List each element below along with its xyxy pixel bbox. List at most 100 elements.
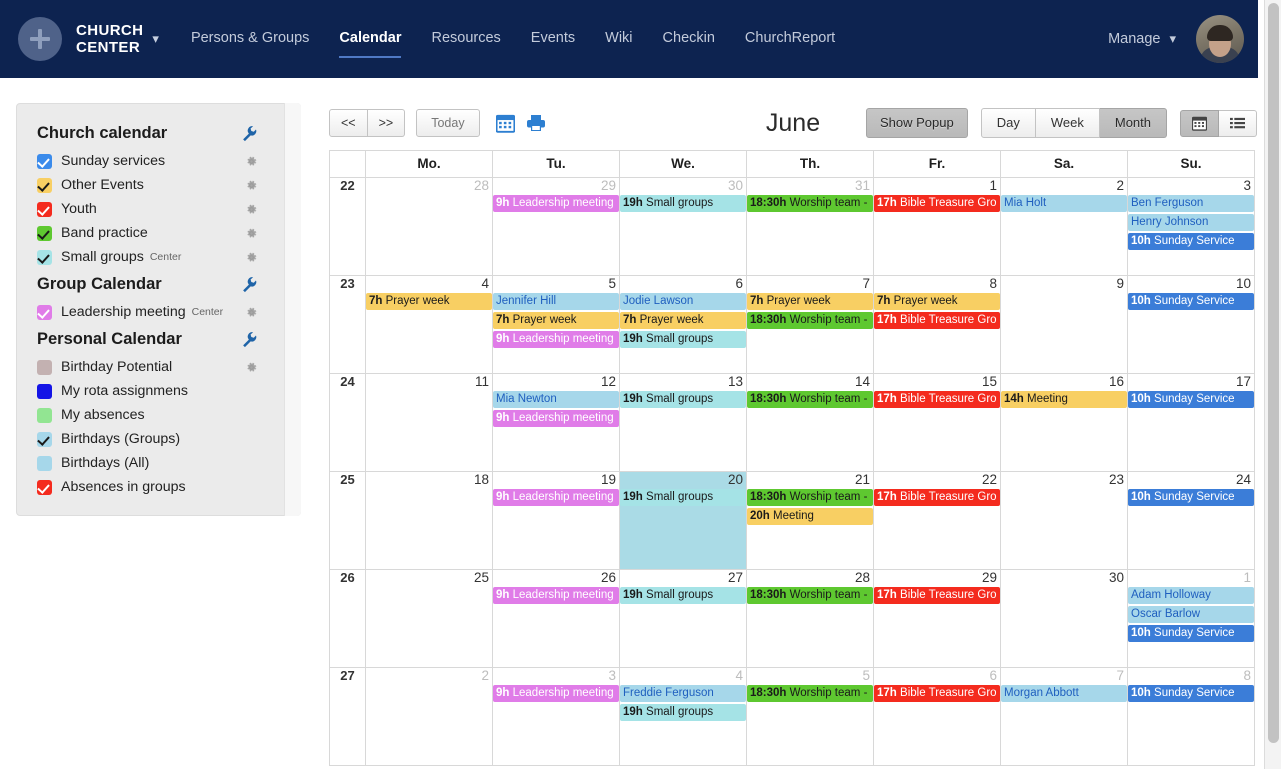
day-cell[interactable]: 4 7h Prayer week <box>365 275 493 374</box>
calendar-event[interactable]: 18:30h Worship team - <box>747 312 873 329</box>
day-cell[interactable]: 7 7h Prayer week 18:30h Worship team - <box>746 275 874 374</box>
calendar-event[interactable]: 9h Leadership meeting <box>493 587 619 604</box>
wrench-icon[interactable] <box>241 125 258 142</box>
calendar-event[interactable]: 19h Small groups <box>620 704 746 721</box>
calendar-event[interactable]: 10h Sunday Service <box>1128 293 1254 310</box>
calendar-filter-item[interactable]: Youth <box>17 197 300 221</box>
calendar-event[interactable]: 7h Prayer week <box>366 293 492 310</box>
day-cell[interactable]: 30 19h Small groups <box>619 177 747 276</box>
checkbox-checked-icon[interactable] <box>37 225 52 241</box>
nav-link-events[interactable]: Events <box>531 30 575 49</box>
avatar[interactable] <box>1196 15 1244 63</box>
calendar-filter-item[interactable]: Small groups Center <box>17 245 300 269</box>
calendar-event[interactable]: Henry Johnson <box>1128 214 1254 231</box>
gear-icon[interactable] <box>245 179 258 192</box>
day-cell[interactable]: 17 10h Sunday Service <box>1127 373 1255 472</box>
nav-link-persons-groups[interactable]: Persons & Groups <box>191 30 309 49</box>
day-cell[interactable]: 29 9h Leadership meeting <box>492 177 620 276</box>
view-week-button[interactable]: Week <box>1035 108 1100 138</box>
day-cell[interactable]: 12 Mia Newton 9h Leadership meeting <box>492 373 620 472</box>
gear-icon[interactable] <box>245 361 258 374</box>
calendar-event[interactable]: 14h Meeting <box>1001 391 1127 408</box>
calendar-filter-item[interactable]: Absences in groups <box>17 475 300 499</box>
calendar-event[interactable]: 9h Leadership meeting <box>493 685 619 702</box>
day-cell[interactable]: 6 17h Bible Treasure Gro <box>873 667 1001 766</box>
calendar-filter-item[interactable]: Band practice <box>17 221 300 245</box>
day-cell[interactable]: 9 <box>1000 275 1128 374</box>
next-month-button[interactable]: >> <box>367 109 406 137</box>
checkbox-checked-icon[interactable] <box>37 431 52 447</box>
calendar-event[interactable]: 19h Small groups <box>620 587 746 604</box>
calendar-event[interactable]: 10h Sunday Service <box>1128 233 1254 250</box>
day-cell[interactable]: 10 10h Sunday Service <box>1127 275 1255 374</box>
calendar-event[interactable]: 10h Sunday Service <box>1128 391 1254 408</box>
day-cell[interactable]: 28 18:30h Worship team - <box>746 569 874 668</box>
day-cell[interactable]: 8 10h Sunday Service <box>1127 667 1255 766</box>
calendar-event[interactable]: 7h Prayer week <box>620 312 746 329</box>
checkbox-checked-icon[interactable] <box>37 249 52 265</box>
calendar-event[interactable]: 7h Prayer week <box>493 312 619 329</box>
show-popup-button[interactable]: Show Popup <box>866 108 968 138</box>
day-cell[interactable]: 2 Mia Holt <box>1000 177 1128 276</box>
day-cell[interactable]: 23 <box>1000 471 1128 570</box>
day-cell[interactable]: 7 Morgan Abbott <box>1000 667 1128 766</box>
scrollbar-thumb[interactable] <box>1268 3 1279 743</box>
calendar-event[interactable]: 19h Small groups <box>620 391 746 408</box>
day-cell[interactable]: 26 9h Leadership meeting <box>492 569 620 668</box>
day-cell[interactable]: 4 Freddie Ferguson 19h Small groups <box>619 667 747 766</box>
day-cell[interactable]: 5 18:30h Worship team - <box>746 667 874 766</box>
calendar-event[interactable]: 17h Bible Treasure Gro <box>874 587 1000 604</box>
checkbox-unchecked-icon[interactable] <box>37 455 52 471</box>
calendar-event[interactable]: 9h Leadership meeting <box>493 410 619 427</box>
nav-link-wiki[interactable]: Wiki <box>605 30 632 49</box>
day-cell[interactable]: 18 <box>365 471 493 570</box>
calendar-filter-item[interactable]: My absences <box>17 403 300 427</box>
calendar-event[interactable]: 19h Small groups <box>620 331 746 348</box>
checkbox-checked-icon[interactable] <box>37 177 52 193</box>
gear-icon[interactable] <box>245 306 258 319</box>
calendar-event[interactable]: 18:30h Worship team - <box>747 685 873 702</box>
day-cell[interactable]: 16 14h Meeting <box>1000 373 1128 472</box>
checkbox-checked-icon[interactable] <box>37 201 52 217</box>
calendar-event[interactable]: Jodie Lawson <box>620 293 746 310</box>
calendar-event[interactable]: 10h Sunday Service <box>1128 685 1254 702</box>
day-cell[interactable]: 21 18:30h Worship team -20h Meeting <box>746 471 874 570</box>
day-cell[interactable]: 25 <box>365 569 493 668</box>
wrench-icon[interactable] <box>241 276 258 293</box>
calendar-event[interactable]: Mia Holt <box>1001 195 1127 212</box>
checkbox-checked-icon[interactable] <box>37 304 52 320</box>
day-cell[interactable]: 14 18:30h Worship team - <box>746 373 874 472</box>
day-cell[interactable]: 31 18:30h Worship team - <box>746 177 874 276</box>
checkbox-unchecked-icon[interactable] <box>37 407 52 423</box>
calendar-filter-item[interactable]: Birthdays (All) <box>17 451 300 475</box>
calendar-event[interactable]: 17h Bible Treasure Gro <box>874 312 1000 329</box>
day-cell[interactable]: 20 19h Small groups <box>619 471 747 570</box>
calendar-filter-item[interactable]: Sunday services <box>17 149 300 173</box>
checkbox-checked-icon[interactable] <box>37 479 52 495</box>
calendar-event[interactable]: 7h Prayer week <box>747 293 873 310</box>
day-cell[interactable]: 11 <box>365 373 493 472</box>
day-cell[interactable]: 28 <box>365 177 493 276</box>
day-cell[interactable]: 5 Jennifer Hill 7h Prayer week 9h Leadershi… <box>492 275 620 374</box>
list-view-button[interactable] <box>1219 109 1257 137</box>
calendar-event[interactable]: Oscar Barlow <box>1128 606 1254 623</box>
day-cell[interactable]: 15 17h Bible Treasure Gro <box>873 373 1001 472</box>
chevron-down-icon[interactable]: ▾ <box>1169 31 1176 47</box>
calendar-event[interactable]: 17h Bible Treasure Gro <box>874 685 1000 702</box>
calendar-event[interactable]: 10h Sunday Service <box>1128 489 1254 506</box>
print-icon[interactable] <box>526 114 546 132</box>
calendar-event[interactable]: 17h Bible Treasure Gro <box>874 195 1000 212</box>
calendar-event[interactable]: 20h Meeting <box>747 508 873 525</box>
calendar-event[interactable]: 18:30h Worship team - <box>747 489 873 506</box>
calendar-filter-item[interactable]: Birthday Potential <box>17 355 300 379</box>
day-cell[interactable]: 6 Jodie Lawson 7h Prayer week 19h Small gro… <box>619 275 747 374</box>
church-center-logo-icon[interactable] <box>18 17 62 61</box>
calendar-event[interactable]: 9h Leadership meeting <box>493 489 619 506</box>
day-cell[interactable]: 1 17h Bible Treasure Gro <box>873 177 1001 276</box>
wrench-icon[interactable] <box>241 331 258 348</box>
day-cell[interactable]: 22 17h Bible Treasure Gro <box>873 471 1001 570</box>
calendar-event[interactable]: 19h Small groups <box>620 489 746 506</box>
calendar-event[interactable]: Ben Ferguson <box>1128 195 1254 212</box>
nav-link-checkin[interactable]: Checkin <box>663 30 715 49</box>
day-cell[interactable]: 24 10h Sunday Service <box>1127 471 1255 570</box>
